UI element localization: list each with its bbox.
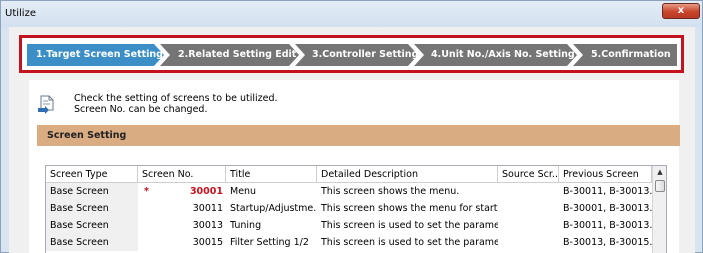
table-row-2-prev[interactable]: B-30001, B-30013... <box>559 200 652 217</box>
column-header-previous-screen[interactable]: Previous Screen <box>559 166 652 183</box>
scroll-thumb[interactable] <box>655 180 665 192</box>
column-header-source-screen[interactable]: Source Scr... <box>498 166 559 183</box>
table-row-1-title[interactable]: Menu <box>226 183 317 200</box>
table-row-4-title[interactable]: Filter Setting 1/2 <box>226 234 317 251</box>
table-row-1-src[interactable] <box>498 183 559 200</box>
screen-table: Screen Type Screen No. Title Detailed De… <box>45 165 667 253</box>
table-row-3-desc[interactable]: This screen is used to set the paramet..… <box>317 217 498 234</box>
table-scrollbar[interactable]: ▲ <box>652 166 666 253</box>
required-marker: * <box>144 186 149 197</box>
table-row-3-title[interactable]: Tuning <box>226 217 317 234</box>
screen-no-value[interactable]: 30001 <box>190 186 223 197</box>
table-row-4-desc[interactable]: This screen is used to set the paramet..… <box>317 234 498 251</box>
step-5-label[interactable]: 5.Confirmation <box>591 47 671 63</box>
table-row-2-title[interactable]: Startup/Adjustme... <box>226 200 317 217</box>
table-row-1-type[interactable]: Base Screen <box>46 183 138 200</box>
column-header-screen-type[interactable]: Screen Type <box>46 166 138 183</box>
table-row-2-src[interactable] <box>498 200 559 217</box>
table-row-2-type[interactable]: Base Screen <box>46 200 138 217</box>
table-row-1-no[interactable]: * 30001 <box>138 183 226 200</box>
column-header-detailed-description[interactable]: Detailed Description <box>317 166 498 183</box>
screen-setting-header: Screen Setting <box>37 125 680 146</box>
info-text-line-2: Screen No. can be changed. <box>74 104 208 115</box>
table-row-4-src[interactable] <box>498 234 559 251</box>
scroll-up-arrow-icon[interactable]: ▲ <box>655 168 665 177</box>
document-arrow-icon <box>38 95 54 114</box>
table-row-2-no[interactable]: 30011 <box>138 200 226 217</box>
table-row-1-prev[interactable]: B-30011, B-30013... <box>559 183 652 200</box>
table-row-1-desc[interactable]: This screen shows the menu. <box>317 183 498 200</box>
step-3-label[interactable]: 3.Controller Setting <box>312 47 418 63</box>
column-header-title[interactable]: Title <box>226 166 317 183</box>
table-row-4-prev[interactable]: B-30013, B-30015... <box>559 234 652 251</box>
table-row-4-type[interactable]: Base Screen <box>46 234 138 251</box>
info-text-line-1: Check the setting of screens to be utili… <box>74 93 278 104</box>
table-row-3-prev[interactable]: B-30011, B-30013... <box>559 217 652 234</box>
table-row-2-desc[interactable]: This screen shows the menu for startu... <box>317 200 498 217</box>
table-row-3-no[interactable]: 30013 <box>138 217 226 234</box>
table-row-3-type[interactable]: Base Screen <box>46 217 138 234</box>
step-4-label[interactable]: 4.Unit No./Axis No. Setting <box>431 47 575 63</box>
column-header-screen-no[interactable]: Screen No. <box>138 166 226 183</box>
step-2-label[interactable]: 2.Related Setting Edit <box>178 47 296 63</box>
table-row-4-no[interactable]: 30015 <box>138 234 226 251</box>
step-1-label[interactable]: 1.Target Screen Setting <box>36 47 163 63</box>
table-row-3-src[interactable] <box>498 217 559 234</box>
